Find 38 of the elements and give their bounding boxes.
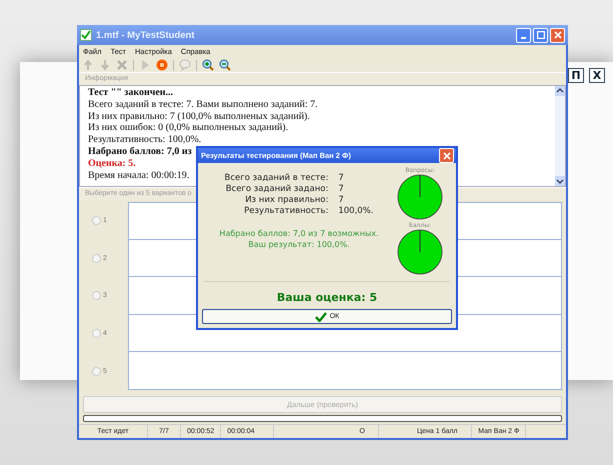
score-text: Набрано баллов: 7,0 из 7 возможных.	[218, 228, 380, 239]
info-line: Из них правильно: 7 (100,0% выполненых заданий).	[88, 110, 310, 122]
info-line: Всего заданий в тесте: 7. Вами выполнено заданий: 7.	[88, 98, 318, 111]
answer-field[interactable]	[128, 352, 562, 390]
info-line: Время начала: 00:00:19.	[88, 170, 190, 182]
stat-label: Всего заданий в тесте:	[224, 173, 328, 183]
info-line: Тест "" закончен...	[88, 87, 174, 99]
close-button[interactable]	[439, 148, 454, 163]
info-line: Оценка: 5.	[88, 158, 136, 170]
stat-label: Результативность:	[243, 206, 328, 216]
close-button[interactable]	[550, 28, 565, 42]
window-title: 1.mtf - MyTestStudent	[96, 30, 196, 40]
pie-chart-drawing	[397, 229, 443, 275]
maximize-button[interactable]	[533, 28, 548, 42]
checkmark-icon	[80, 29, 92, 41]
info-line: Набрано баллов: 7,0 из	[88, 146, 192, 158]
minimize-button[interactable]	[516, 28, 531, 42]
pie-chart-drawing	[397, 174, 443, 220]
scrollbar[interactable]	[555, 86, 565, 186]
scroll-up-icon[interactable]	[555, 86, 565, 96]
stop-icon[interactable]	[156, 59, 168, 71]
info-line: Из них ошибок: 0 (0,0% выполненых заданий).	[88, 122, 288, 134]
zoom-in-icon[interactable]	[202, 59, 214, 71]
checkmark-icon	[314, 312, 327, 322]
maximize-icon	[536, 31, 544, 39]
scroll-down-icon[interactable]	[555, 176, 565, 186]
grade-text: Ваша оценка: 5	[276, 290, 378, 306]
close-icon	[554, 31, 562, 39]
window-button[interactable]: П	[568, 68, 584, 83]
stat-value: 7	[338, 184, 345, 194]
window-button[interactable]: X	[589, 68, 605, 83]
close-icon	[442, 152, 450, 160]
stat-value: 100,0%.	[338, 206, 374, 216]
stat-label: Всего заданий задано:	[224, 184, 328, 194]
zoom-out-icon[interactable]	[219, 59, 231, 71]
score-text: Ваш результат: 100,0%.	[247, 239, 351, 250]
info-line: Результативность: 100,0%.	[88, 134, 202, 146]
stat-value: 7	[338, 173, 345, 183]
